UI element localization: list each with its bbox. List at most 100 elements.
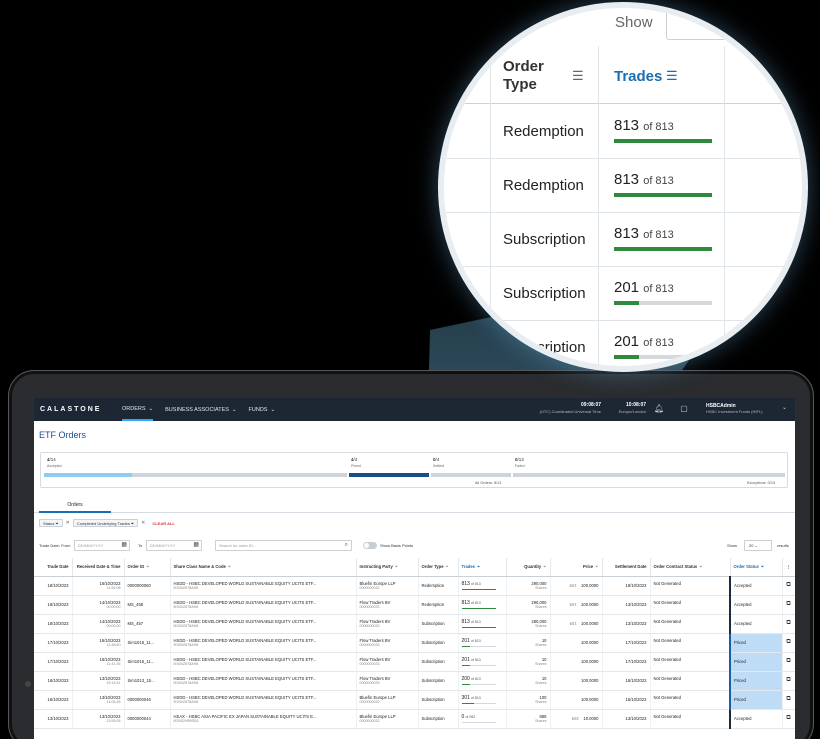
cell-price: EST. 100.0000 bbox=[550, 614, 603, 634]
th-order-id[interactable]: Order ID ⏷ bbox=[124, 558, 171, 577]
clear-all-button[interactable]: CLEAR ALL bbox=[152, 521, 175, 526]
date-from-input[interactable]: DD/MM/YYYY ▦ bbox=[74, 540, 130, 551]
th-instructing-party[interactable]: Instructing Party ⏷ bbox=[356, 558, 419, 577]
stage-failed[interactable]: 0/13 Failed bbox=[515, 457, 525, 469]
nav-funds[interactable]: FUNDS ⌄ bbox=[249, 398, 276, 421]
table-row[interactable]: 17/10/2023 16/10/2023 11:48:40 Sim1016_11..… bbox=[34, 633, 795, 653]
chip-completed-trades[interactable]: Completed Underlying Trades ⏷ bbox=[72, 519, 139, 527]
table-row[interactable]: 13/10/2023 13/10/2023 13:55:05 0000000044 HS… bbox=[34, 709, 795, 729]
lens-order-type: Subscription bbox=[503, 339, 586, 356]
cell-instructing-party: Flow Traders BV 0000000033 bbox=[356, 652, 419, 672]
th-quantity[interactable]: Quantity ⏷ bbox=[506, 558, 551, 577]
th-settlement[interactable]: Settlement Date bbox=[602, 558, 651, 577]
th-order-type[interactable]: Order Type ⏷ bbox=[418, 558, 459, 577]
cell-order-id[interactable]: MS_457 bbox=[124, 614, 171, 634]
stage-label: Accepted bbox=[47, 464, 62, 468]
calendar-icon: ▦ bbox=[121, 542, 127, 548]
th-trades[interactable]: Trades ⏷ bbox=[458, 558, 507, 577]
cell-order-id[interactable]: Sim1013_15... bbox=[124, 671, 171, 691]
user-menu[interactable]: HSBCAdmin HSBC Investment Funds (HIFL) bbox=[706, 403, 762, 415]
cell-order-id[interactable]: Sim1016_11... bbox=[124, 633, 171, 653]
lens-trades: 813 of 813 bbox=[614, 225, 674, 242]
external-link-icon[interactable]: ⧉ bbox=[782, 614, 795, 634]
external-link-icon[interactable]: ⧉ bbox=[782, 652, 795, 672]
cell-order-id[interactable]: Sim1016_11... bbox=[124, 652, 171, 672]
nav-business-associates[interactable]: BUSINESS ASSOCIATES ⌄ bbox=[165, 398, 236, 421]
lens-trades: 201 of 813 bbox=[614, 333, 674, 350]
cell-trades: 201 of 813 bbox=[458, 652, 507, 672]
th-trade-date[interactable]: Trade Date bbox=[34, 558, 73, 577]
cell-share-class: HSDD - HSBC DEVELOPED WORLD SUSTAINABLE … bbox=[170, 690, 357, 710]
th-share-class[interactable]: Share Class Name & Code ⏷ bbox=[170, 558, 357, 577]
table-row[interactable]: 18/10/2023 14/10/2023 00:00:00 MS_458 HSDD -… bbox=[34, 595, 795, 615]
cell-settlement: 16/10/2023 bbox=[602, 671, 651, 691]
basis-points-toggle[interactable] bbox=[363, 542, 377, 549]
more-icon[interactable]: ⋮ bbox=[782, 558, 795, 577]
lens-trades: 201 of 813 bbox=[614, 279, 674, 296]
chip-status[interactable]: Status ⏷ bbox=[39, 519, 63, 527]
cell-trade-date: 17/10/2023 bbox=[34, 633, 73, 653]
cell-share-class: HSDD - HSBC DEVELOPED WORLD SUSTAINABLE … bbox=[170, 652, 357, 672]
cell-share-class: HSAX - HSBC ASIA PACIFIC EX JAPAN SUSTAI… bbox=[170, 709, 357, 729]
accepted-bar bbox=[44, 473, 347, 477]
cell-received: 13/10/2023 14:05:28 bbox=[72, 690, 125, 710]
external-link-icon[interactable]: ⧉ bbox=[782, 576, 795, 596]
chevron-down-icon[interactable]: ⌄ bbox=[782, 404, 787, 411]
th-received[interactable]: Received Date & Time bbox=[72, 558, 125, 577]
cell-quantity: 10 Shares bbox=[506, 671, 551, 691]
page-size-select[interactable]: 20 ⌄ bbox=[744, 540, 772, 551]
close-icon[interactable]: ✕ bbox=[66, 519, 70, 527]
status-badge: Priced bbox=[729, 671, 783, 691]
cell-instructing-party: Bluefin Europe LLP 0000000032 bbox=[356, 576, 419, 596]
stage-accepted[interactable]: 4/14 Accepted bbox=[47, 457, 62, 469]
table-row[interactable]: 18/10/2023 16/10/2023 11:52:08 0000000060 HS… bbox=[34, 576, 795, 596]
stage-label: Priced bbox=[351, 464, 361, 468]
cell-quantity: 100 Shares bbox=[506, 690, 551, 710]
stage-label: Failed bbox=[515, 464, 525, 468]
cell-order-id[interactable]: 0000000060 bbox=[124, 576, 171, 596]
table-header-row: Trade Date Received Date & Time Order ID… bbox=[34, 558, 795, 577]
tab-orders[interactable]: Orders bbox=[39, 499, 111, 513]
failed-bar bbox=[513, 473, 785, 477]
cell-trades: 813 of 813 bbox=[458, 595, 507, 615]
page-title: ETF Orders bbox=[39, 430, 87, 440]
nav-orders[interactable]: ORDERS ⌄ bbox=[122, 398, 154, 421]
bell-icon[interactable]: 🔔︎ bbox=[654, 404, 664, 414]
lens-trades: 813 of 813 bbox=[614, 117, 674, 134]
cell-instructing-party: Flow Traders BV 0000000033 bbox=[356, 633, 419, 653]
external-link-icon[interactable]: ⧉ bbox=[782, 709, 795, 729]
cell-price: EST. 10.0000 bbox=[550, 709, 603, 729]
stage-priced[interactable]: 4/4 Priced bbox=[351, 457, 361, 469]
stage-settled[interactable]: 0/4 Settled bbox=[433, 457, 444, 469]
search-input[interactable]: Search for order ID... ⌕ bbox=[215, 540, 352, 551]
cell-price: EST. 100.0000 bbox=[550, 576, 603, 596]
cell-order-id[interactable]: 0000000044 bbox=[124, 709, 171, 729]
cell-share-class: HSDD - HSBC DEVELOPED WORLD SUSTAINABLE … bbox=[170, 576, 357, 596]
th-contract-status[interactable]: Order Contract Status ⏷ bbox=[650, 558, 731, 577]
th-price[interactable]: Price ⏷ bbox=[550, 558, 603, 577]
chat-icon[interactable]: ▢ bbox=[679, 404, 689, 414]
cell-trades: 201 of 813 bbox=[458, 633, 507, 653]
date-to-input[interactable]: DD/MM/YYYY ▦ bbox=[146, 540, 202, 551]
calendar-icon: ▦ bbox=[193, 542, 199, 548]
cell-order-id[interactable]: MS_458 bbox=[124, 595, 171, 615]
cell-trade-date: 17/10/2023 bbox=[34, 652, 73, 672]
table-row[interactable]: 18/10/2023 14/10/2023 00:00:00 MS_457 HSDD -… bbox=[34, 614, 795, 634]
lens-row: Subscription 201 of 813 bbox=[444, 267, 802, 321]
table-row[interactable]: 17/10/2023 16/10/2023 11:41:35 Sim1016_11..… bbox=[34, 652, 795, 672]
external-link-icon[interactable]: ⧉ bbox=[782, 690, 795, 710]
external-link-icon[interactable]: ⧉ bbox=[782, 595, 795, 615]
chevron-down-icon: ⌄ bbox=[148, 405, 154, 412]
cell-order-id[interactable]: 0000000046 bbox=[124, 690, 171, 710]
table-row[interactable]: 16/10/2023 13/10/2023 14:05:28 0000000046 HS… bbox=[34, 690, 795, 710]
camera-dot bbox=[25, 681, 31, 687]
close-icon[interactable]: ✕ bbox=[141, 519, 145, 527]
table-row[interactable]: 16/10/2023 13/10/2023 15:19:41 Sim1013_15..… bbox=[34, 671, 795, 691]
cell-order-type: Redemption bbox=[418, 595, 459, 615]
cell-trade-date: 16/10/2023 bbox=[34, 690, 73, 710]
cell-share-class: HSDD - HSBC DEVELOPED WORLD SUSTAINABLE … bbox=[170, 595, 357, 615]
filter-icon: ⏷ bbox=[699, 564, 703, 570]
th-order-status[interactable]: Order Status ⏷ bbox=[730, 558, 783, 577]
external-link-icon[interactable]: ⧉ bbox=[782, 671, 795, 691]
external-link-icon[interactable]: ⧉ bbox=[782, 633, 795, 653]
